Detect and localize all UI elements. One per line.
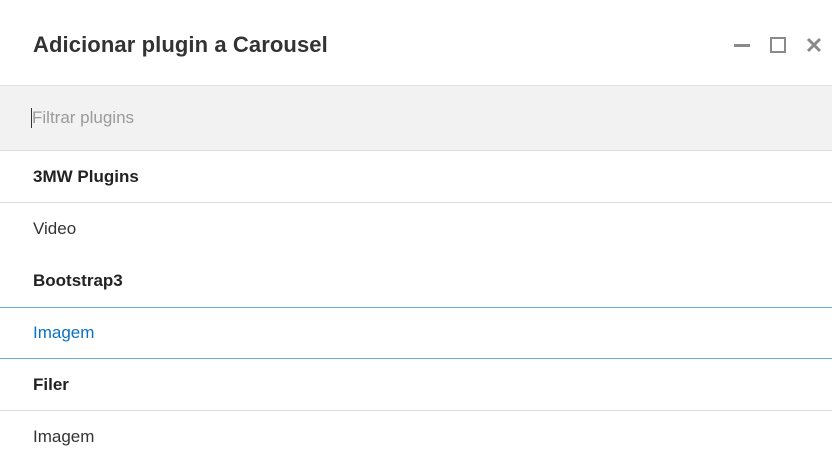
plugin-filter-row [0, 85, 832, 151]
close-icon [806, 37, 822, 53]
plugin-filter-input[interactable] [32, 86, 812, 150]
group-label: Bootstrap3 [33, 271, 123, 290]
plugin-item-filer-imagem[interactable]: Imagem [0, 411, 832, 457]
add-plugin-dialog: Adicionar plugin a Carousel Filtrar plug… [0, 0, 832, 457]
maximize-icon [770, 37, 786, 53]
group-label: 3MW Plugins [33, 166, 139, 186]
plugin-group-bootstrap3: Bootstrap3 [0, 255, 832, 307]
close-button[interactable] [796, 30, 832, 60]
plugin-item-video[interactable]: Video [0, 203, 832, 255]
plugin-group-filer: Filer [0, 359, 832, 411]
plugin-item-label: Imagem [33, 427, 95, 446]
group-label: Filer [33, 374, 69, 394]
plugin-group-3mw-plugins: 3MW Plugins [0, 151, 832, 203]
dialog-titlebar: Adicionar plugin a Carousel [0, 0, 832, 85]
maximize-button[interactable] [760, 30, 796, 60]
plugin-item-bootstrap3-imagem[interactable]: Imagem [0, 307, 832, 359]
plugin-list: 3MW Plugins Video Bootstrap3 Imagem File… [0, 151, 832, 457]
dialog-title: Adicionar plugin a Carousel [33, 32, 328, 57]
plugin-item-label: Imagem [33, 323, 95, 342]
minimize-icon [734, 44, 750, 47]
window-controls [724, 30, 832, 60]
text-caret [31, 108, 32, 128]
plugin-item-label: Video [33, 219, 77, 238]
minimize-button[interactable] [724, 30, 760, 60]
